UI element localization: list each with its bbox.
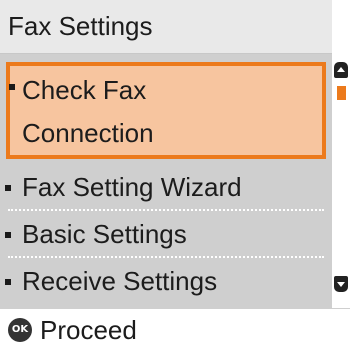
bottom-bar: OK Proceed xyxy=(0,308,350,351)
menu-item-label: Receive Settings xyxy=(22,266,218,296)
proceed-label: Proceed xyxy=(40,315,137,345)
divider xyxy=(8,209,324,211)
divider xyxy=(8,256,324,258)
bullet-icon xyxy=(5,185,11,191)
bullet-icon xyxy=(9,84,15,90)
scrollbar[interactable] xyxy=(332,54,350,308)
bullet-icon xyxy=(5,279,11,285)
scroll-down-icon[interactable] xyxy=(334,276,348,292)
menu-item-fax-setting-wizard[interactable]: Fax Setting Wizard xyxy=(0,165,332,211)
menu-item-label-line2: Connection xyxy=(22,118,154,148)
scroll-thumb[interactable] xyxy=(337,86,346,100)
scroll-up-icon[interactable] xyxy=(334,62,348,78)
bullet-icon xyxy=(5,232,11,238)
page-title: Fax Settings xyxy=(8,11,153,41)
menu-item-label: Basic Settings xyxy=(22,219,187,249)
menu-item-check-fax-connection[interactable]: Check Fax Connection xyxy=(6,62,326,159)
menu-item-label: Fax Setting Wizard xyxy=(22,172,242,202)
menu-item-label-line1: Check Fax xyxy=(22,75,147,105)
menu-list: Check Fax Connection Fax Setting Wizard … xyxy=(0,54,332,308)
menu-item-receive-settings[interactable]: Receive Settings xyxy=(0,259,332,305)
menu-item-basic-settings[interactable]: Basic Settings xyxy=(0,212,332,258)
ok-button-icon[interactable]: OK xyxy=(8,318,32,342)
fax-settings-screen: Fax Settings Check Fax Connection Fax Se… xyxy=(0,0,350,351)
title-bar: Fax Settings xyxy=(0,0,332,54)
